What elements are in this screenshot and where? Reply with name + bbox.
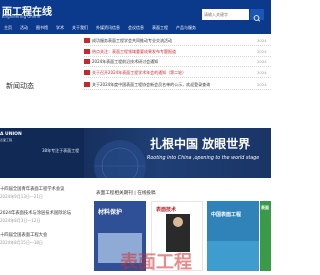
banner-slogan: 38年专注于表面工程 bbox=[42, 148, 80, 153]
news-date: 2024 bbox=[257, 70, 267, 75]
search-button[interactable] bbox=[250, 9, 264, 22]
main-nav: 主页 活动 图书馆 学术 关于我们 外媒资讯信息 会议信息 表面工程 产品与服务 bbox=[0, 23, 200, 33]
nav-item-activities[interactable]: 活动 bbox=[16, 23, 32, 33]
news-title[interactable]: 2024年表面工程前沿技术研讨会通知 bbox=[92, 59, 257, 65]
search-input[interactable] bbox=[202, 9, 249, 20]
journal-title: 表面技术 bbox=[156, 207, 177, 213]
nav-item-surface-engineering[interactable]: 表面工程 bbox=[148, 23, 172, 33]
news-item[interactable]: 关于2024年度中国表面工程协会新会员名单的公示，欢迎登录查询 2024 bbox=[84, 80, 271, 90]
news-badge bbox=[84, 59, 90, 64]
promo-banner[interactable]: A UNION 表面工程 38年专注于表面工程 扎根中国 放眼世界 Rootin… bbox=[0, 128, 271, 178]
banner-tagline: Rooting into China ,opening to the world… bbox=[147, 156, 260, 161]
conference-item[interactable]: 十四届全国表面工程大会 2024年8月15日—18日 bbox=[0, 232, 84, 246]
news-title[interactable]: 关于2024年度中国表面工程协会新会员名单的公示，欢迎登录查询 bbox=[92, 82, 257, 88]
news-badge bbox=[84, 38, 90, 43]
conference-title[interactable]: 十四届全国青年表面工程学术会议 bbox=[0, 186, 84, 192]
news-title[interactable]: 热点关注：表面工程领域重要成果发布专题报道 bbox=[92, 49, 257, 55]
journal-title: 中国表面工程 bbox=[211, 212, 242, 218]
conference-date: 2024年9月13日—21日 bbox=[0, 194, 43, 199]
news-badge bbox=[84, 49, 90, 54]
journal-title: 表面 bbox=[261, 205, 269, 210]
nav-item-products[interactable]: 产品与服务 bbox=[172, 23, 200, 33]
nav-item-about[interactable]: 关于我们 bbox=[68, 23, 92, 33]
nav-item-foreign-news[interactable]: 外媒资讯信息 bbox=[92, 23, 124, 33]
site-logo-subtitle: Engineering Online bbox=[2, 14, 41, 19]
news-badge bbox=[84, 82, 90, 87]
news-date: 2024 bbox=[257, 38, 267, 43]
news-item[interactable]: 关于召开2024年表面工程学术年会的通知（第二轮） 2024 bbox=[84, 68, 271, 78]
nav-item-academic[interactable]: 学术 bbox=[52, 23, 68, 33]
news-item[interactable]: 热点关注：表面工程领域重要成果发布专题报道 2024 bbox=[84, 47, 271, 57]
news-date: 2024 bbox=[257, 59, 267, 64]
conference-date: 2024年8月15日—18日 bbox=[0, 240, 43, 245]
search-icon bbox=[253, 15, 261, 22]
conference-item[interactable]: 2024年表面技术与涂层技术国际论坛 2024年8月3日—12日 bbox=[0, 210, 84, 224]
journals-section-title: 表面工程相关期刊 | 在线投稿 bbox=[96, 191, 156, 196]
nav-item-library[interactable]: 图书馆 bbox=[32, 23, 52, 33]
banner-union-sub: 表面工程 bbox=[0, 138, 13, 142]
news-date: 2024 bbox=[257, 82, 267, 87]
news-item[interactable]: 2024年表面工程前沿技术研讨会通知 2024 bbox=[84, 57, 271, 67]
news-date: 2024 bbox=[257, 49, 267, 54]
journal-title: 材料保护 bbox=[98, 209, 123, 216]
banner-headline: 扎根中国 放眼世界 bbox=[150, 137, 251, 151]
journal-cover[interactable]: 中国表面工程 bbox=[207, 201, 259, 271]
watermark: 表面工程 bbox=[120, 252, 192, 273]
conference-title[interactable]: 十四届全国表面工程大会 bbox=[0, 232, 84, 238]
news-title[interactable]: 关于召开2024年表面工程学术年会的通知（第二轮） bbox=[92, 70, 257, 76]
conference-item[interactable]: 十四届全国青年表面工程学术会议 2024年9月13日—21日 bbox=[0, 186, 84, 200]
nav-item-meetings[interactable]: 会议信息 bbox=[124, 23, 148, 33]
news-heading: 新闻动态 bbox=[6, 82, 34, 90]
journal-cover[interactable]: 表面 bbox=[260, 201, 271, 271]
banner-union-text: A UNION bbox=[0, 132, 22, 137]
site-header: 面工程在线 Engineering Online 主页 活动 图书馆 学术 关于… bbox=[0, 0, 271, 34]
conference-title[interactable]: 2024年表面技术与涂层技术国际论坛 bbox=[0, 210, 84, 216]
conference-date: 2024年8月3日—12日 bbox=[0, 218, 41, 223]
nav-item-home[interactable]: 主页 bbox=[0, 23, 16, 33]
news-item[interactable]: 成功服务表面工程学会共同推动专业交流活动 2024 bbox=[84, 36, 271, 46]
news-title[interactable]: 成功服务表面工程学会共同推动专业交流活动 bbox=[92, 38, 257, 44]
news-badge bbox=[84, 70, 90, 75]
